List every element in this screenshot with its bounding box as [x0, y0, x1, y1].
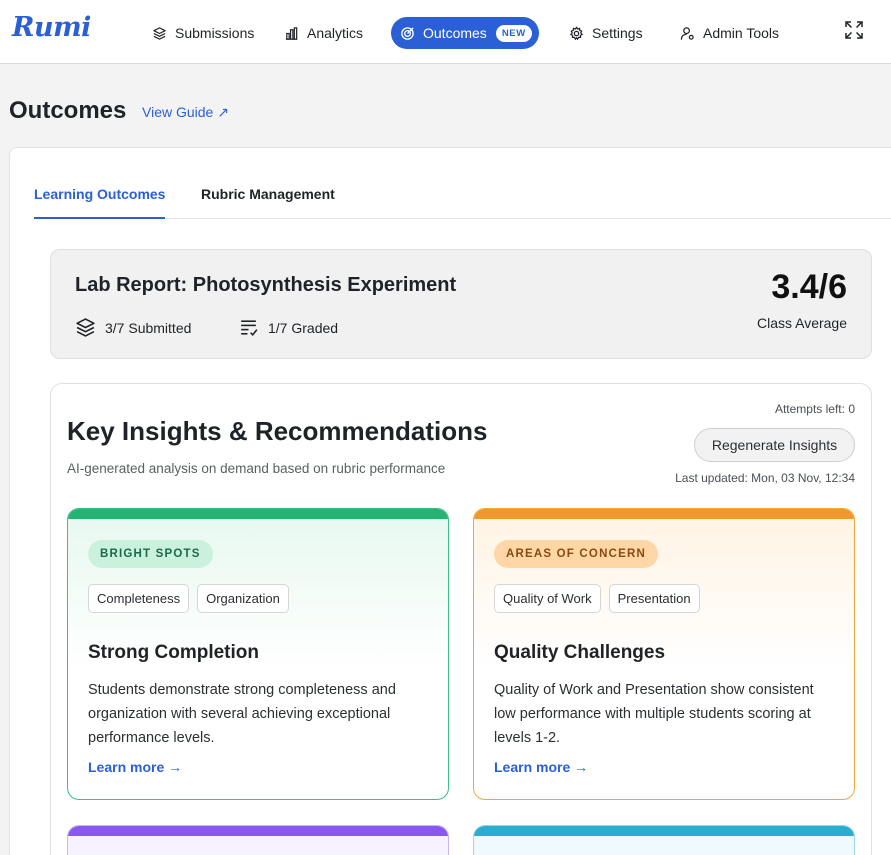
learn-more-link[interactable]: Learn more → — [494, 759, 588, 775]
target-icon — [401, 26, 414, 40]
view-guide-link[interactable]: View Guide ↗ — [142, 104, 229, 121]
insight-card-partial — [473, 825, 855, 855]
tab-rubric-management[interactable]: Rubric Management — [201, 186, 335, 219]
card-accent-bar — [474, 509, 854, 519]
attempts-left: Attempts left: 0 — [774, 402, 855, 416]
nav-settings-label: Settings — [592, 25, 643, 41]
tag-chip: Completeness — [88, 584, 190, 613]
insight-card-bright-spots: BRIGHT SPOTS Completeness Organization S… — [67, 508, 449, 800]
learn-more-link[interactable]: Learn more → — [88, 759, 182, 775]
category-pill: AREAS OF CONCERN — [494, 540, 658, 568]
insight-card-partial — [67, 825, 449, 855]
tab-learning-outcomes[interactable]: Learning Outcomes — [34, 186, 166, 219]
graded-stat: 1/7 Graded — [238, 317, 338, 338]
submitted-count: 3/7 Submitted — [105, 319, 192, 336]
category-pill: BRIGHT SPOTS — [88, 540, 213, 568]
nav-analytics[interactable]: Analytics — [284, 17, 363, 49]
insight-card-areas-of-concern: AREAS OF CONCERN Quality of Work Present… — [473, 508, 855, 800]
insights-section: Key Insights & Recommendations AI-genera… — [50, 383, 872, 855]
assignment-summary-card: Lab Report: Photosynthesis Experiment 3/… — [50, 249, 872, 359]
tag-list: Quality of Work Presentation — [494, 584, 700, 613]
last-updated: Last updated: Mon, 03 Nov, 12:34 — [675, 471, 855, 485]
card-accent-bar — [68, 509, 448, 519]
graded-list-icon — [241, 320, 258, 337]
expand-icon[interactable] — [844, 20, 864, 40]
insight-body: Quality of Work and Presentation show co… — [494, 682, 814, 746]
rumi-logo[interactable]: Rumi — [12, 12, 91, 43]
top-nav: Rumi Submissions Analytics Outcomes NEW … — [0, 0, 891, 64]
regenerate-insights-button[interactable]: Regenerate Insights — [694, 428, 855, 462]
class-average-score: 3.4/6 — [771, 268, 847, 306]
tag-list: Completeness Organization — [88, 584, 289, 613]
nav-settings[interactable]: Settings — [569, 17, 643, 49]
nav-outcomes[interactable]: Outcomes NEW — [391, 17, 539, 49]
card-accent-bar — [474, 826, 854, 836]
page-title: Outcomes — [9, 97, 127, 124]
layers-icon — [153, 26, 166, 40]
submitted-stat: 3/7 Submitted — [75, 317, 191, 338]
tab-bar: Learning Outcomes Rubric Management — [34, 186, 891, 219]
nav-admin-tools-label: Admin Tools — [703, 25, 780, 41]
tag-chip: Presentation — [608, 584, 700, 613]
insight-title: Strong Completion — [88, 642, 259, 663]
nav-submissions-label: Submissions — [175, 25, 255, 41]
nav-outcomes-label: Outcomes — [423, 25, 487, 41]
insight-title: Quality Challenges — [494, 642, 666, 663]
insights-subtitle: AI-generated analysis on demand based on… — [67, 461, 446, 476]
gear-icon — [569, 25, 584, 40]
bar-chart-icon — [285, 26, 298, 40]
nav-admin-tools[interactable]: Admin Tools — [680, 17, 779, 49]
insights-title: Key Insights & Recommendations — [67, 416, 488, 446]
class-average-label: Class Average — [756, 315, 847, 331]
nav-analytics-label: Analytics — [307, 25, 364, 41]
assignment-title: Lab Report: Photosynthesis Experiment — [75, 274, 457, 296]
insight-body: Students demonstrate strong completeness… — [88, 682, 396, 746]
tag-chip: Organization — [197, 584, 289, 613]
layers-icon — [76, 318, 95, 337]
card-accent-bar — [68, 826, 448, 836]
tag-chip: Quality of Work — [494, 584, 601, 613]
new-badge: NEW — [495, 24, 532, 42]
graded-count: 1/7 Graded — [268, 319, 339, 336]
nav-submissions[interactable]: Submissions — [152, 17, 254, 49]
user-gear-icon — [680, 26, 694, 40]
